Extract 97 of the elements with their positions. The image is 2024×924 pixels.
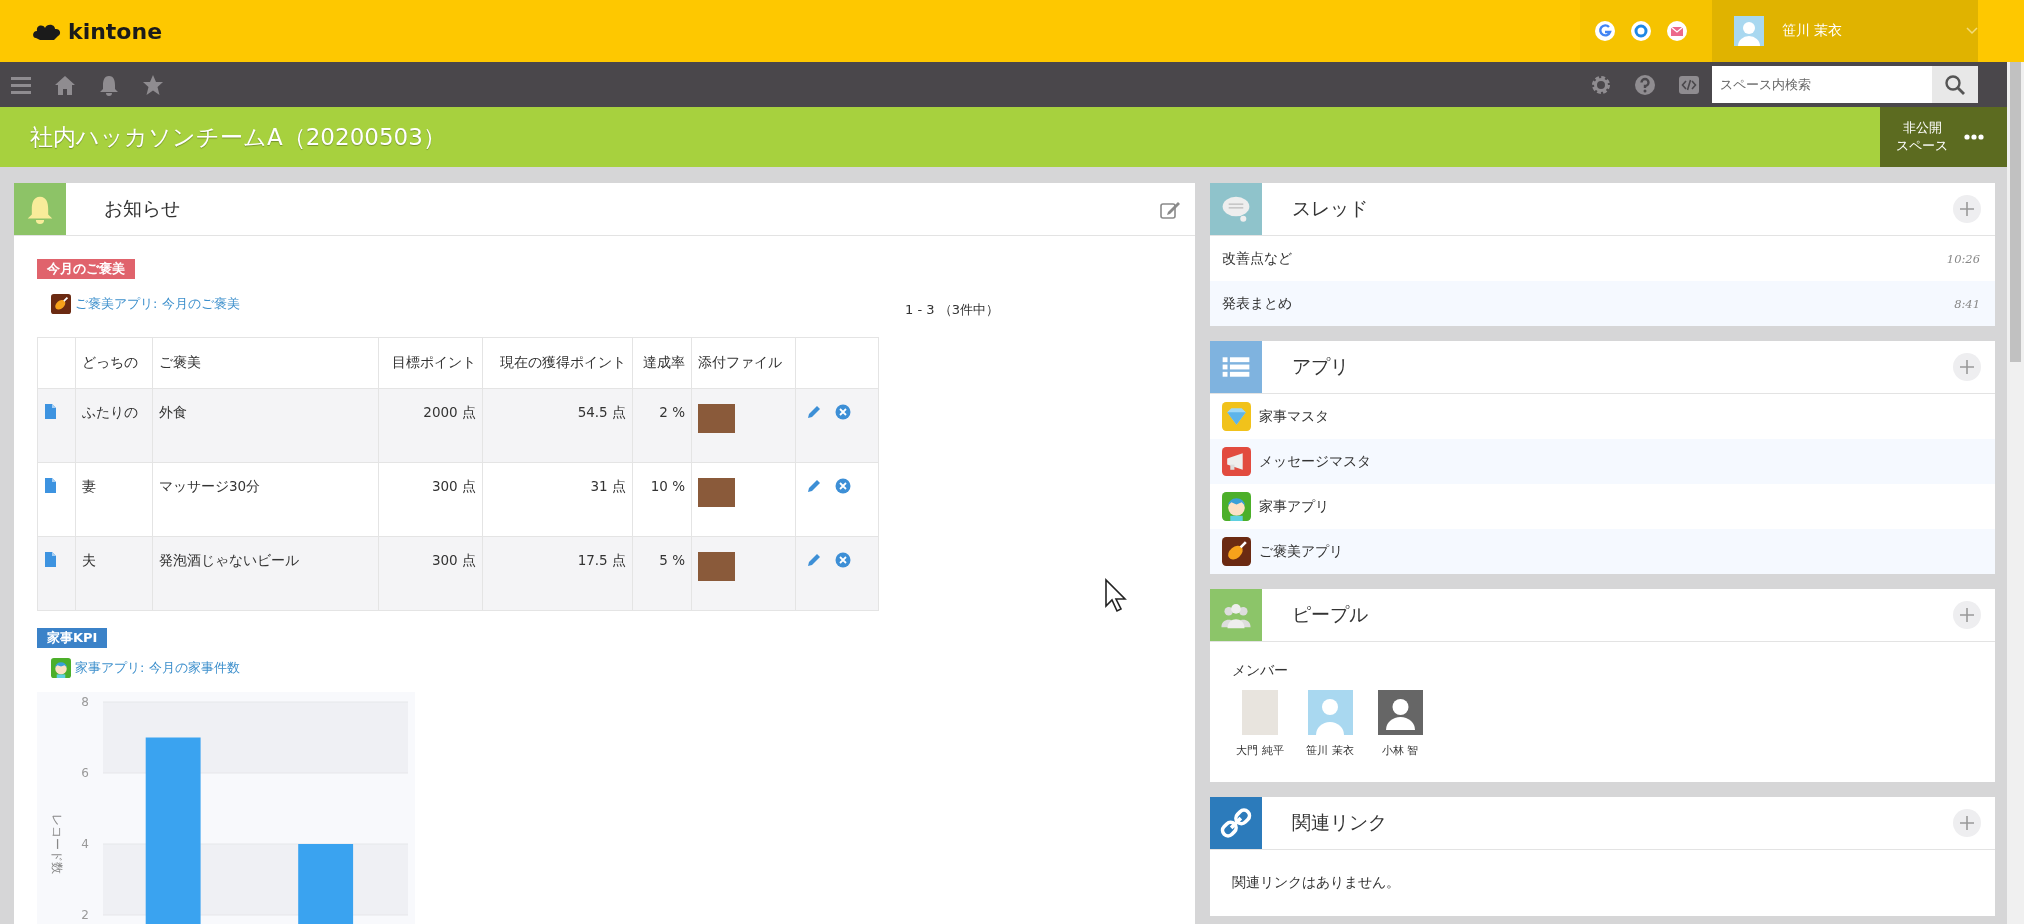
app-name: 家事マスタ (1259, 407, 1330, 426)
search-button[interactable] (1932, 66, 1978, 103)
axis-tick-label: 2 (81, 908, 89, 922)
axis-tick-label: 6 (81, 766, 89, 780)
home-icon[interactable] (54, 73, 76, 96)
thread-time: 8:41 (1954, 296, 1980, 311)
axis-tick-label: 4 (81, 837, 89, 851)
table-cell: 31 点 (482, 462, 633, 537)
star-icon[interactable] (142, 73, 164, 96)
table-cell: 17.5 点 (482, 536, 633, 611)
mouse-cursor-icon (1104, 578, 1130, 614)
table-cell: マッサージ30分 (152, 462, 379, 537)
column-header: 現在の獲得ポイント (482, 337, 633, 389)
delete-icon[interactable] (835, 478, 851, 494)
scrollbar[interactable] (2007, 62, 2024, 924)
table-cell: ふたりの (75, 388, 153, 463)
table-cell: 夫 (75, 536, 153, 611)
table-cell: 発泡酒じゃないビール (152, 536, 379, 611)
section-label: 今月のご褒美 (37, 259, 135, 279)
edit-icon[interactable] (806, 478, 821, 493)
document-icon[interactable] (44, 404, 57, 419)
column-header: 達成率 (632, 337, 692, 389)
add-button[interactable] (1953, 195, 1981, 223)
code-icon[interactable] (1678, 73, 1700, 96)
delete-icon[interactable] (835, 404, 851, 420)
cartoon-child-icon (1222, 492, 1251, 521)
photo-placeholder (1242, 690, 1278, 735)
photo-placeholder (698, 552, 735, 581)
panel-title: スレッド (1291, 196, 1369, 221)
axis-title: レコード数 (50, 814, 64, 874)
table-cell: 10 % (632, 462, 692, 537)
edit-icon[interactable] (806, 552, 821, 567)
table-cell: 外食 (152, 388, 379, 463)
thread-title: 発表まとめ (1222, 294, 1293, 313)
app-item[interactable]: ご褒美アプリ (1210, 529, 1995, 574)
thread-item[interactable]: 改善点など 10:26 (1210, 236, 1995, 281)
delete-icon[interactable] (835, 552, 851, 568)
add-button[interactable] (1953, 601, 1981, 629)
panel-title: 関連リンク (1291, 810, 1388, 835)
column-header: ご褒美 (152, 337, 379, 389)
search-field[interactable]: スペース内検索 (1712, 66, 1932, 103)
thread-time: 10:26 (1946, 251, 1980, 266)
panel-title: アプリ (1291, 354, 1350, 379)
meat-icon (1222, 537, 1251, 566)
photo-placeholder (698, 404, 735, 433)
table-cell: 2000 点 (378, 388, 483, 463)
megaphone-icon (1222, 447, 1251, 476)
member-name[interactable]: 笹川 茉衣 (1306, 743, 1354, 758)
settings-icon[interactable] (1590, 73, 1612, 96)
more-icon[interactable] (1964, 134, 1984, 140)
document-icon[interactable] (44, 478, 57, 493)
visibility-badge: 非公開 スペース (1880, 107, 1964, 167)
help-icon[interactable] (1634, 73, 1656, 96)
column-header: 目標ポイント (378, 337, 483, 389)
app-name: ご褒美アプリ (1259, 542, 1344, 561)
panel-title: ピープル (1291, 602, 1369, 627)
app-item[interactable]: 家事マスタ (1210, 394, 1995, 439)
thread-title: 改善点など (1222, 249, 1293, 268)
mail-icon[interactable] (1666, 20, 1688, 42)
table-cell: 妻 (75, 462, 153, 537)
cartoon-child-icon (51, 658, 71, 678)
add-button[interactable] (1953, 809, 1981, 837)
app-name: メッセージマスタ (1259, 452, 1372, 471)
column-header: どっちの (75, 337, 153, 389)
empty-message: 関連リンクはありません。 (1231, 873, 1401, 892)
circle-logo-icon[interactable] (1594, 20, 1616, 42)
panel-title: お知らせ (103, 196, 181, 221)
member-name[interactable]: 大門 純平 (1236, 743, 1284, 758)
edit-icon[interactable] (806, 404, 821, 419)
ring-icon[interactable] (1630, 20, 1652, 42)
column-header: 添付ファイル (691, 337, 796, 389)
meat-icon (51, 294, 71, 314)
pagination-text: 1 - 3 （3件中） (905, 301, 1000, 319)
logo-text: kintone (68, 18, 163, 44)
add-button[interactable] (1953, 353, 1981, 381)
table-cell: 54.5 点 (482, 388, 633, 463)
app-link[interactable]: 家事アプリ: 今月の家事件数 (75, 659, 240, 677)
app-item[interactable]: メッセージマスタ (1210, 439, 1995, 484)
space-title: 社内ハッカソンチームA（20200503） (29, 122, 447, 152)
app-link[interactable]: ご褒美アプリ: 今月のご褒美 (75, 295, 240, 313)
avatar-icon[interactable] (1377, 690, 1423, 735)
table-cell: 5 % (632, 536, 692, 611)
table-cell: 2 % (632, 388, 692, 463)
members-label: メンバー (1232, 662, 1289, 680)
app-name: 家事アプリ (1259, 497, 1330, 516)
table-cell: 300 点 (378, 536, 483, 611)
search-icon (1944, 73, 1966, 96)
table-cell: 300 点 (378, 462, 483, 537)
member-name[interactable]: 小林 智 (1381, 743, 1419, 758)
bell-icon (14, 183, 66, 235)
photo-placeholder (698, 478, 735, 507)
section-label: 家事KPI (37, 628, 108, 648)
thread-item[interactable]: 発表まとめ 8:41 (1210, 281, 1995, 326)
document-icon[interactable] (44, 552, 57, 567)
bell-icon[interactable] (98, 73, 120, 96)
axis-tick-label: 8 (81, 695, 89, 709)
app-item[interactable]: 家事アプリ (1210, 484, 1995, 529)
